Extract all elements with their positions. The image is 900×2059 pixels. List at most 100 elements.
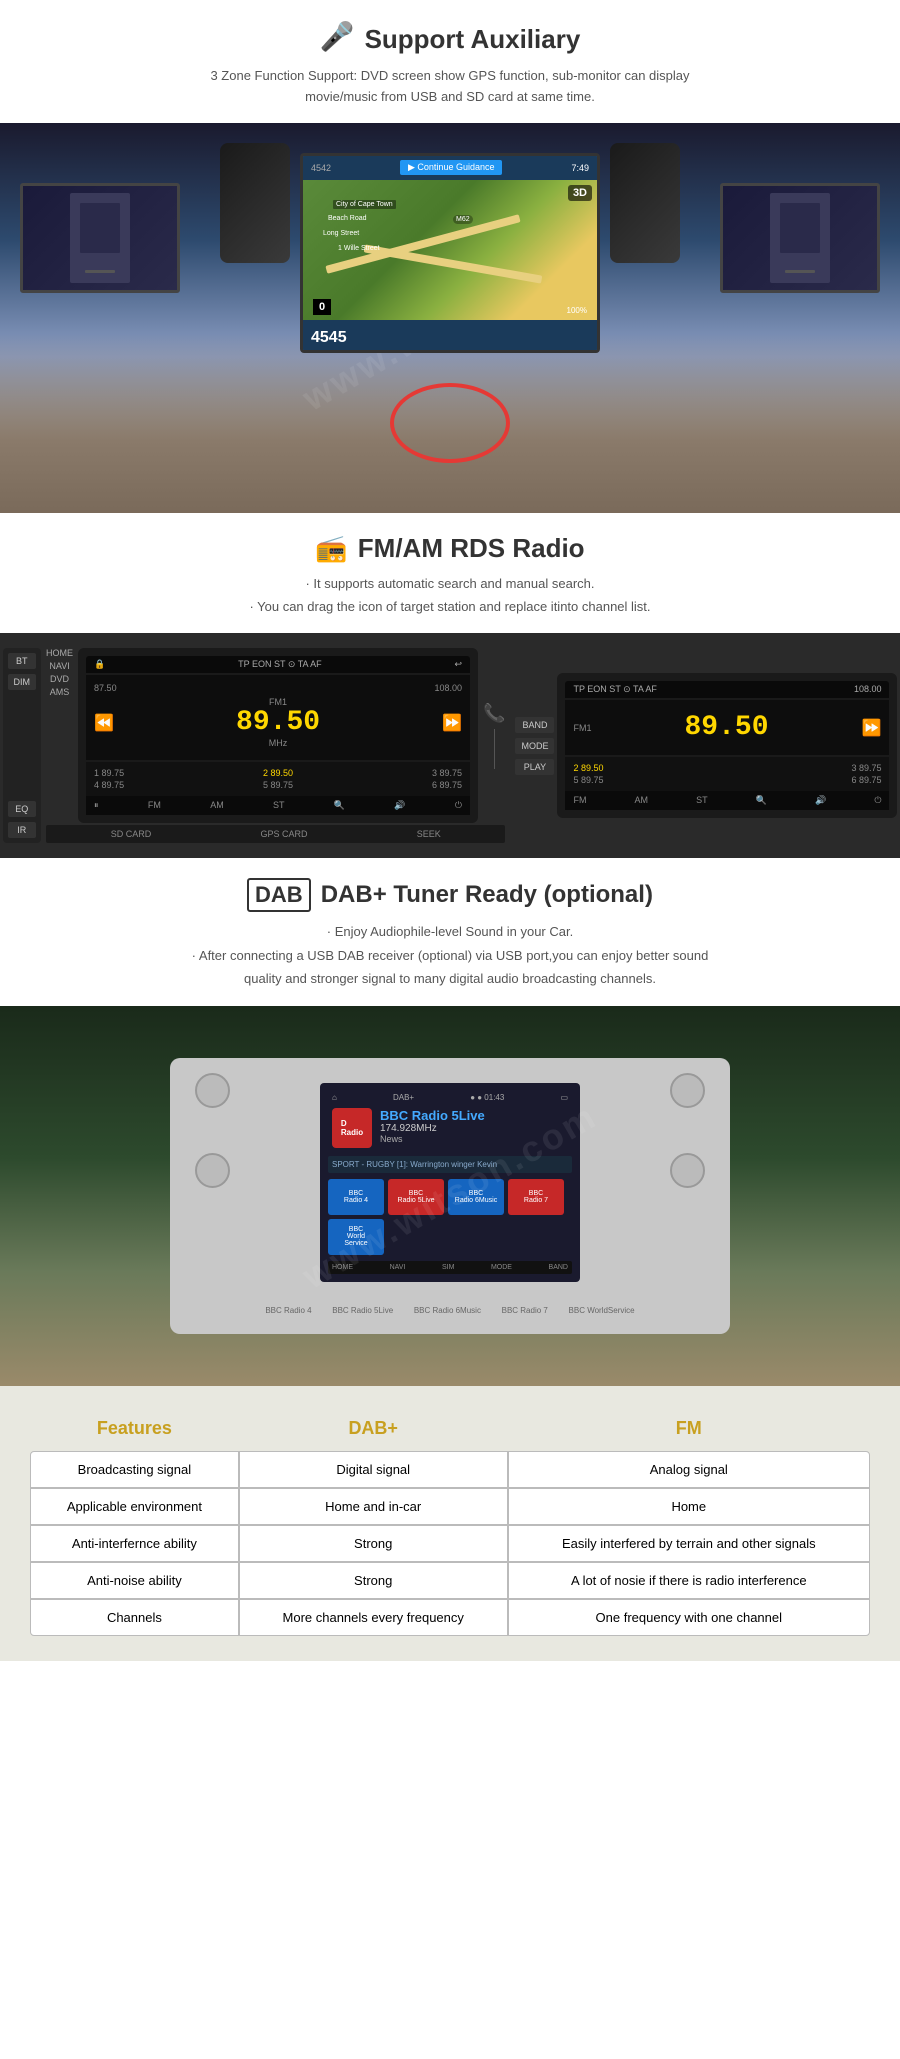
dab-feature2: · After connecting a USB DAB receiver (o… bbox=[190, 944, 710, 991]
radio-icon: 📻 bbox=[315, 533, 347, 564]
dab-device-section: www.witson.com ⌂ DAB+ ● ● 01:43 ▭ bbox=[0, 1006, 900, 1386]
radio-feature2: · You can drag the icon of target statio… bbox=[40, 595, 860, 618]
radio-display-left: 87.50 108.00 ⏪ FM1 89.50 MHz ⏩ bbox=[86, 675, 470, 760]
search-icon-left[interactable]: 🔍 bbox=[334, 800, 345, 811]
volume-icon-left[interactable]: 🔊 bbox=[394, 800, 405, 811]
navi-ctrl[interactable]: NAVI bbox=[390, 1264, 406, 1271]
radio-title: FM/AM RDS Radio bbox=[358, 533, 585, 564]
auxiliary-section: 🎤 Support Auxiliary 3 Zone Function Supp… bbox=[0, 0, 900, 123]
dab-ch6[interactable]: BBCRadio 6Music bbox=[448, 1179, 504, 1215]
dab-category: News bbox=[380, 1134, 485, 1144]
mode-ctrl[interactable]: MODE bbox=[491, 1264, 512, 1271]
red-highlight-circle bbox=[390, 383, 510, 463]
table-row: Anti-interfernce abilityStrongEasily int… bbox=[30, 1525, 870, 1562]
td-fm-4: One frequency with one channel bbox=[508, 1599, 870, 1636]
dab-ch7[interactable]: BBCRadio 7 bbox=[508, 1179, 564, 1215]
ams-label[interactable]: AMS bbox=[46, 687, 73, 697]
radio-section-header: 📻 FM/AM RDS Radio · It supports automati… bbox=[0, 513, 900, 634]
radio-display-right: FM1 89.50 ⏩ bbox=[565, 700, 889, 755]
dab-screen-header: ⌂ DAB+ ● ● 01:43 ▭ bbox=[328, 1091, 572, 1104]
fastforward-button-left[interactable]: ⏩ bbox=[442, 713, 462, 733]
dab-bottom-controls: HOME NAVI SIM MODE BAND bbox=[328, 1261, 572, 1274]
table-row: Anti-noise abilityStrongA lot of nosie i… bbox=[30, 1562, 870, 1599]
power-icon-right[interactable]: ⏻ bbox=[874, 795, 881, 806]
am-tab-left[interactable]: AM bbox=[210, 800, 224, 811]
dab-feature1: · Enjoy Audiophile-level Sound in your C… bbox=[190, 920, 710, 943]
radio-top-bar-left: 🔒 TP EON ST ⊙ TA AF ↩ bbox=[86, 656, 470, 673]
left-side-buttons: BT DIM EQ IR bbox=[3, 648, 42, 843]
td-feature-0: Broadcasting signal bbox=[30, 1451, 239, 1488]
dab-ch5live[interactable]: BBCRadio 5Live bbox=[388, 1179, 444, 1215]
th-features: Features bbox=[30, 1406, 239, 1451]
navi-label[interactable]: NAVI bbox=[46, 661, 73, 671]
th-dab: DAB+ bbox=[239, 1406, 508, 1451]
radio-device-section: BT DIM EQ IR HOME NAVI DVD AMS bbox=[0, 633, 900, 858]
td-dab-4: More channels every frequency bbox=[239, 1599, 508, 1636]
td-dab-1: Home and in-car bbox=[239, 1488, 508, 1525]
fastforward-button-right[interactable]: ⏩ bbox=[862, 718, 882, 738]
dab-sport-ticker: SPORT - RUGBY [1]: Warrington winger Kev… bbox=[328, 1156, 572, 1173]
ir-button[interactable]: IR bbox=[8, 822, 37, 838]
freq-display-right: 89.50 bbox=[685, 712, 769, 743]
right-monitor bbox=[720, 183, 880, 293]
radio-title-row: 📻 FM/AM RDS Radio bbox=[40, 533, 860, 564]
band-button[interactable]: BAND bbox=[515, 717, 554, 733]
auxiliary-title: Support Auxiliary bbox=[365, 24, 581, 55]
car-image-section: www.witson.com 4542 ▶ Continue Guidance … bbox=[0, 123, 900, 513]
radio-top-bar-right: TP EON ST ⊙ TA AF 108.00 bbox=[565, 681, 889, 698]
dvd-label[interactable]: DVD bbox=[46, 674, 73, 684]
search-icon-right[interactable]: 🔍 bbox=[756, 795, 767, 806]
home-label[interactable]: HOME bbox=[46, 648, 73, 658]
fm-tab-right[interactable]: FM bbox=[573, 795, 586, 806]
rewind-button-left[interactable]: ⏪ bbox=[94, 713, 114, 733]
power-icon-left[interactable]: ⏻ bbox=[455, 800, 462, 811]
left-monitor bbox=[20, 183, 180, 293]
volume-icon-right[interactable]: 🔊 bbox=[815, 795, 826, 806]
dab-ch4[interactable]: BBCRadio 4 bbox=[328, 1179, 384, 1215]
table-row: Broadcasting signalDigital signalAnalog … bbox=[30, 1451, 870, 1488]
eq-button[interactable]: EQ bbox=[8, 801, 37, 817]
dab-logo: DAB bbox=[247, 878, 311, 912]
td-feature-3: Anti-noise ability bbox=[30, 1562, 239, 1599]
dab-channel-list: BBCRadio 4 BBCRadio 5Live BBCRadio 6Musi… bbox=[328, 1179, 572, 1255]
band-ctrl[interactable]: BAND bbox=[549, 1264, 568, 1271]
fm-tab-left[interactable]: FM bbox=[148, 800, 161, 811]
auxiliary-description: 3 Zone Function Support: DVD screen show… bbox=[200, 66, 700, 108]
dab-station-name: BBC Radio 5Live bbox=[380, 1108, 485, 1123]
bt-button[interactable]: BT bbox=[8, 653, 37, 669]
table-row: Applicable environmentHome and in-carHom… bbox=[30, 1488, 870, 1525]
td-fm-1: Home bbox=[508, 1488, 870, 1525]
td-dab-0: Digital signal bbox=[239, 1451, 508, 1488]
td-dab-2: Strong bbox=[239, 1525, 508, 1562]
radio-unit-left: 🔒 TP EON ST ⊙ TA AF ↩ 87.50 108.00 ⏪ FM1 bbox=[78, 648, 478, 823]
td-feature-1: Applicable environment bbox=[30, 1488, 239, 1525]
radio-presets-left: 1 89.75 2 89.50 3 89.75 4 89.75 5 89.75 … bbox=[86, 762, 470, 796]
mode-button[interactable]: MODE bbox=[515, 738, 554, 754]
mhz-label-left: MHz bbox=[236, 738, 320, 748]
auxiliary-title-row: 🎤 Support Auxiliary bbox=[40, 20, 860, 58]
gps-3d-badge: 3D bbox=[568, 185, 592, 201]
dab-chbbc[interactable]: BBCWorldService bbox=[328, 1219, 384, 1255]
radio-bottom-left: ⏸ FM AM ST 🔍 🔊 ⏻ bbox=[86, 796, 470, 815]
freq-start-left: 87.50 bbox=[94, 683, 117, 693]
seek-label: SEEK bbox=[417, 829, 441, 839]
dab-screen: ⌂ DAB+ ● ● 01:43 ▭ DRadio BBC Radio 5Liv… bbox=[320, 1083, 580, 1282]
freq-end-left: 108.00 bbox=[435, 683, 463, 693]
td-feature-4: Channels bbox=[30, 1599, 239, 1636]
play-button[interactable]: PLAY bbox=[515, 759, 554, 775]
comparison-section: Features DAB+ FM Broadcasting signalDigi… bbox=[0, 1386, 900, 1661]
radio-bottom-right: FM AM ST 🔍 🔊 ⏻ bbox=[565, 791, 889, 810]
home-ctrl[interactable]: HOME bbox=[332, 1264, 353, 1271]
gps-screen: 4542 ▶ Continue Guidance 7:49 City of Ca… bbox=[300, 153, 600, 353]
sim-ctrl[interactable]: SIM bbox=[442, 1264, 454, 1271]
radio-presets-right: 2 89.50 3 89.75 5 89.75 6 89.75 bbox=[565, 757, 889, 791]
dim-button[interactable]: DIM bbox=[8, 674, 37, 690]
am-tab-right[interactable]: AM bbox=[635, 795, 649, 806]
pause-icon-left[interactable]: ⏸ bbox=[94, 800, 99, 811]
dab-frequency: 174.928MHz bbox=[380, 1123, 485, 1134]
st-tab-right[interactable]: ST bbox=[696, 795, 708, 806]
radio-unit-right: TP EON ST ⊙ TA AF 108.00 FM1 89.50 ⏩ bbox=[557, 673, 897, 818]
radio-feature1: · It supports automatic search and manua… bbox=[40, 572, 860, 595]
st-tab-left[interactable]: ST bbox=[273, 800, 285, 811]
gps-card-label: GPS CARD bbox=[260, 829, 307, 839]
